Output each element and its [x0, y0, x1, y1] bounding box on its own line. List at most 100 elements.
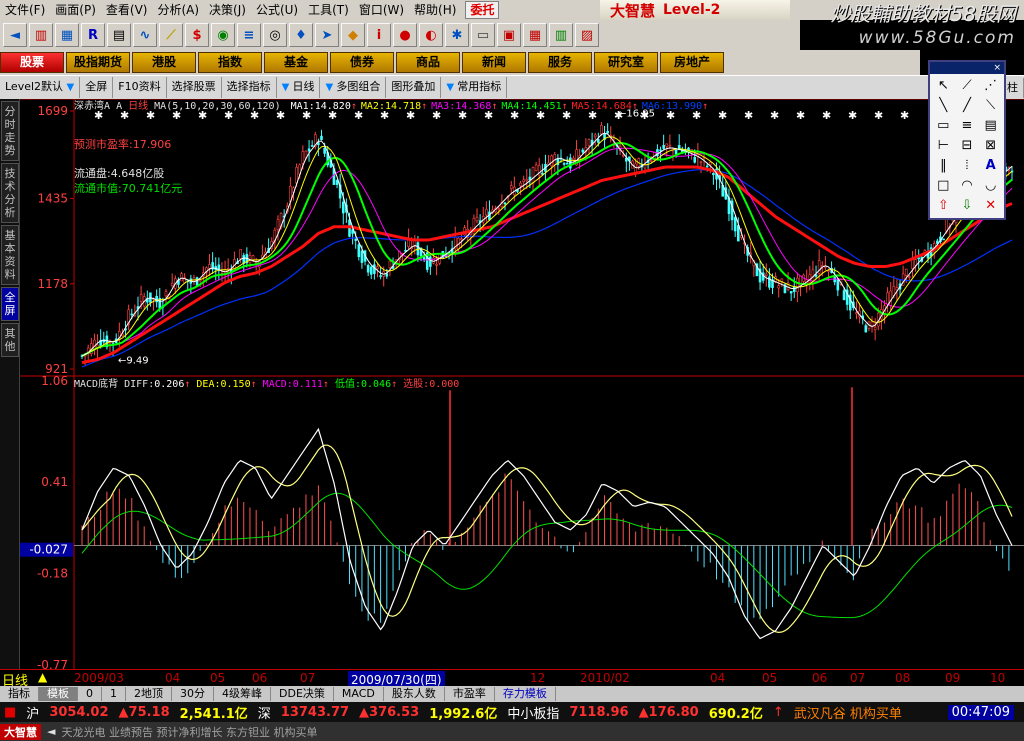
lines-icon[interactable]: ≡ — [237, 23, 261, 47]
line-icon[interactable]: ⟋ — [957, 77, 978, 94]
trend-icon[interactable]: ⟍ — [980, 97, 1001, 114]
nav-tab-9[interactable]: 研究室 — [594, 52, 658, 73]
macd-tick-label: -0.77 — [37, 658, 68, 669]
cross-icon[interactable]: ⊠ — [980, 137, 1001, 154]
fan-icon[interactable]: ⋰ — [980, 77, 1001, 94]
cycle-icon[interactable]: ⦙ — [957, 157, 978, 174]
menu-item-7[interactable]: 窗口(W) — [354, 0, 409, 20]
macd-tick-label: 0.41 — [41, 475, 68, 489]
footer-ticker[interactable]: 天龙光电 业绩预告 预计净利增长 东方钽业 机构买单 — [61, 724, 317, 740]
down-arrow-icon[interactable]: ⇩ — [957, 197, 978, 214]
rsi-icon[interactable]: R — [81, 23, 105, 47]
indicator-tab-6[interactable]: 4级筹峰 — [214, 687, 271, 701]
rect-icon[interactable]: ⊟ — [957, 137, 978, 154]
left-tab-4[interactable]: 其他 — [1, 323, 19, 357]
ruler-icon[interactable]: ⊢ — [933, 137, 954, 154]
vline-icon[interactable]: ‖ — [933, 157, 954, 174]
candle-body — [180, 273, 183, 282]
grid-icon[interactable]: ▦ — [55, 23, 79, 47]
indicator-tab-3[interactable]: 1 — [102, 687, 126, 701]
indicator-tab-7[interactable]: DDE决策 — [271, 687, 334, 701]
curve-icon[interactable]: ◡ — [980, 177, 1001, 194]
subbar-item-1[interactable]: F10资料 — [113, 77, 167, 98]
left-tab-1[interactable]: 技术分析 — [1, 163, 19, 223]
disc-icon[interactable]: ◐ — [419, 23, 443, 47]
subbar-item-7[interactable]: ▼ 常用指标 — [441, 77, 508, 98]
menu-item-5[interactable]: 公式(U) — [251, 0, 303, 20]
select-icon[interactable]: ↖ — [933, 77, 954, 94]
left-tab-3[interactable]: 全屏 — [1, 287, 19, 321]
nav-tab-0[interactable]: 股票 — [0, 52, 64, 73]
left-tab-0[interactable]: 分时走势 — [1, 101, 19, 161]
radio-icon[interactable]: ◆ — [341, 23, 365, 47]
menu-item-0[interactable]: 文件(F) — [0, 0, 50, 20]
channel-icon[interactable]: ▤ — [980, 117, 1001, 134]
nav-tab-3[interactable]: 指数 — [198, 52, 262, 73]
nav-tab-1[interactable]: 股指期货 — [66, 52, 130, 73]
indicator-tab-0[interactable]: 指标 — [0, 687, 39, 701]
indicator-tab-8[interactable]: MACD — [334, 687, 384, 701]
indicator-tab-1[interactable]: 模板 — [39, 687, 78, 701]
indicator-tab-2[interactable]: 0 — [78, 687, 102, 701]
rectangle-icon[interactable]: □ — [933, 177, 954, 194]
binoculars-icon[interactable]: ◎ — [263, 23, 287, 47]
event-star: ✱ — [796, 109, 805, 122]
menu-item-8[interactable]: 帮助(H) — [409, 0, 461, 20]
indicator-tab-bar: 指标 模板 0 1 2地顶 30分 4级筹峰 DDE决策 MACD 股东人数 市盈率 存力模板 — [0, 686, 1024, 702]
bell-icon[interactable]: ♦ — [289, 23, 313, 47]
pointer-icon[interactable]: ➤ — [315, 23, 339, 47]
calendar-icon[interactable]: ▦ — [523, 23, 547, 47]
menu-item-1[interactable]: 画面(P) — [50, 0, 101, 20]
menu-item-3[interactable]: 分析(A) — [152, 0, 204, 20]
table-icon[interactable]: ▤ — [107, 23, 131, 47]
indicator-icon[interactable]: ∿ — [133, 23, 157, 47]
up-arrow-icon[interactable]: ⇧ — [933, 197, 954, 214]
gear-icon[interactable]: ✱ — [445, 23, 469, 47]
fib-icon[interactable]: ≡ — [957, 117, 978, 134]
ray-icon[interactable]: ╲ — [933, 97, 954, 114]
subbar-item-3[interactable]: 选择指标 — [222, 77, 277, 98]
back-icon[interactable]: ◄ — [3, 23, 27, 47]
book-icon[interactable]: ▥ — [549, 23, 573, 47]
subbar-item-2[interactable]: 选择股票 — [167, 77, 222, 98]
indicator-tab-11[interactable]: 存力模板 — [495, 687, 556, 701]
palette-close-icon[interactable]: × — [930, 62, 1004, 74]
menu-item-4[interactable]: 决策(J) — [204, 0, 251, 20]
alert-ticker[interactable]: 武汉凡谷 机构买单 — [794, 703, 902, 722]
candle-chart-icon[interactable]: ▥ — [29, 23, 53, 47]
nav-tab-7[interactable]: 新闻 — [462, 52, 526, 73]
window-icon[interactable]: ▣ — [497, 23, 521, 47]
text-icon[interactable]: A — [980, 157, 1001, 174]
menu-item-2[interactable]: 查看(V) — [101, 0, 153, 20]
left-tab-2[interactable]: 基本资料 — [1, 225, 19, 285]
chart-icon[interactable]: ▨ — [575, 23, 599, 47]
subbar-item-6[interactable]: 图形叠加 — [386, 77, 442, 98]
nav-tab-4[interactable]: 基金 — [264, 52, 328, 73]
delete-icon[interactable]: ✕ — [980, 197, 1001, 214]
subbar-item-5[interactable]: ▼ 多图组合 — [320, 77, 387, 98]
subbar-item-0[interactable]: 全屏 — [80, 77, 114, 98]
indicator-tab-9[interactable]: 股东人数 — [384, 687, 445, 701]
parallel-icon[interactable]: ╱ — [957, 97, 978, 114]
screen-icon[interactable]: ▭ — [471, 23, 495, 47]
eye-icon[interactable]: ◉ — [211, 23, 235, 47]
menu-item-6[interactable]: 工具(T) — [303, 0, 354, 20]
dollar-icon[interactable]: $ — [185, 23, 209, 47]
arc-icon[interactable]: ◠ — [957, 177, 978, 194]
indicator-tab-5[interactable]: 30分 — [172, 687, 214, 701]
indicator-tab-10[interactable]: 市盈率 — [445, 687, 495, 701]
ruler-icon[interactable]: ⟋ — [159, 23, 183, 47]
nav-tab-6[interactable]: 商品 — [396, 52, 460, 73]
nav-tab-8[interactable]: 服务 — [528, 52, 592, 73]
indicator-tab-4[interactable]: 2地顶 — [126, 687, 172, 701]
nav-tab-10[interactable]: 房地产 — [660, 52, 724, 73]
subbar-item-4[interactable]: ▼ 日线 — [277, 77, 321, 98]
info-icon[interactable]: i — [367, 23, 391, 47]
subbar-item-label: 多图组合 — [336, 80, 381, 93]
level2-select[interactable]: Level2默认 ▼ — [0, 77, 81, 98]
box-icon[interactable]: ▭ — [933, 117, 954, 134]
nav-tab-5[interactable]: 债券 — [330, 52, 394, 73]
nav-tab-2[interactable]: 港股 — [132, 52, 196, 73]
weituo-button[interactable]: 委托 — [465, 1, 500, 19]
circle-icon[interactable]: ● — [393, 23, 417, 47]
